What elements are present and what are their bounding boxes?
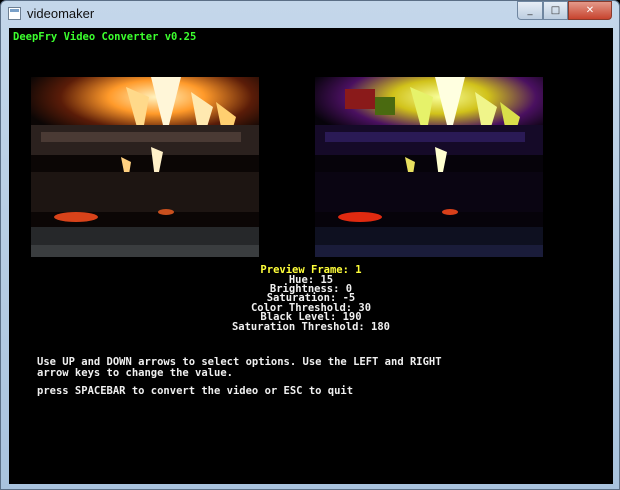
- help-text-line-2: arrow keys to change the value.: [37, 367, 233, 379]
- app-icon: [8, 7, 21, 20]
- help-text-line-3: press SPACEBAR to convert the video or E…: [37, 385, 354, 397]
- window-title: videomaker: [27, 6, 95, 21]
- original-preview-image: [31, 77, 259, 257]
- app-header: DeepFry Video Converter v0.25: [13, 31, 197, 43]
- minimize-button[interactable]: _: [517, 1, 543, 20]
- converted-preview-image: [315, 77, 543, 257]
- title-bar[interactable]: videomaker _ □ ✕: [1, 1, 619, 27]
- close-button[interactable]: ✕: [568, 1, 612, 20]
- maximize-button[interactable]: □: [543, 1, 568, 20]
- client-area: DeepFry Video Converter v0.25 Preview Fr…: [9, 28, 613, 484]
- setting-saturation-threshold: Saturation Threshold: 180: [231, 321, 391, 333]
- app-window: videomaker _ □ ✕ DeepFry Video Converter…: [0, 0, 620, 490]
